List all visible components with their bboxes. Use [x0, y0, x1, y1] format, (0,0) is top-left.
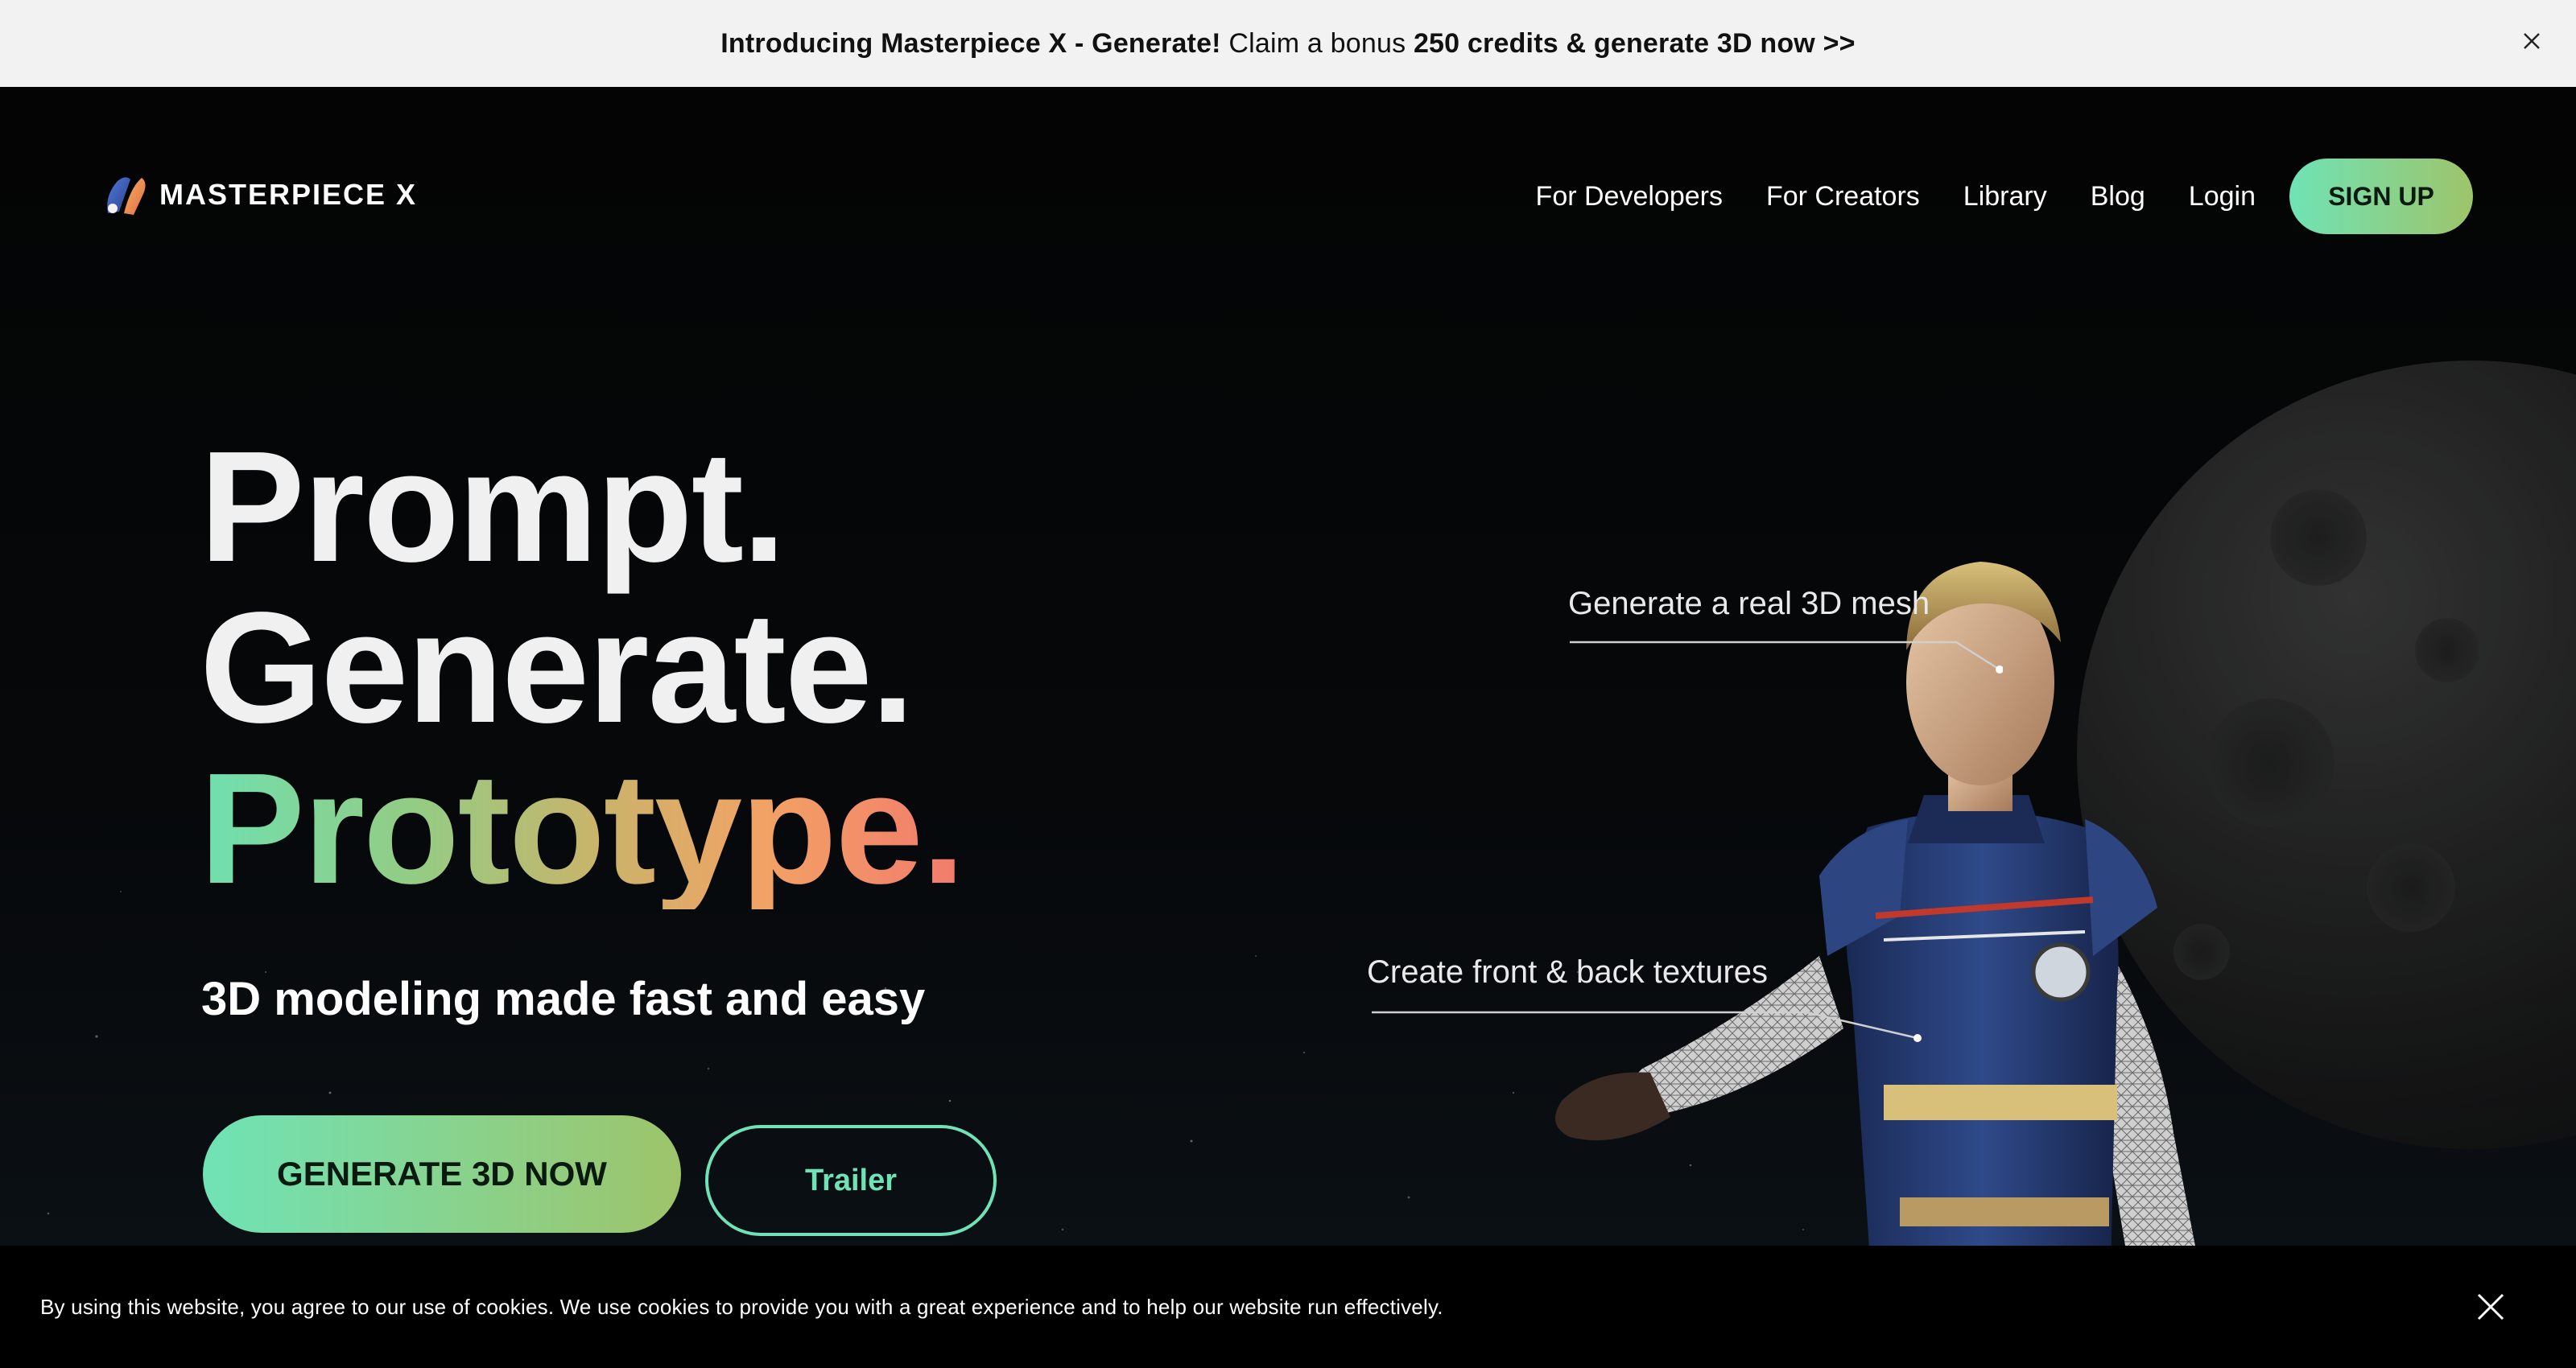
- callout-textures-label: Create front & back textures: [1367, 954, 1769, 990]
- announcement-text[interactable]: Introducing Masterpiece X - Generate! Cl…: [720, 28, 1855, 60]
- callout-textures-pointer: [1372, 1011, 1922, 1042]
- headline-line-generate: Generate.: [200, 579, 914, 756]
- nav-login[interactable]: Login: [2189, 181, 2256, 212]
- nav-for-developers[interactable]: For Developers: [1536, 181, 1723, 212]
- announcement-offer: 250 credits & generate 3D now >>: [1413, 27, 1856, 59]
- moon-crater: [2415, 618, 2479, 682]
- main-navigation: For Developers For Creators Library Blog…: [1492, 158, 2473, 235]
- sign-up-button[interactable]: SIGN UP: [2289, 159, 2473, 234]
- logo-wordmark: MASTERPIECE X: [159, 178, 418, 211]
- cookie-close-button[interactable]: [2468, 1284, 2513, 1329]
- hero-headline: Prompt. Generate. Prototype.: [200, 418, 965, 917]
- close-icon: [2477, 1293, 2504, 1321]
- close-icon: [2524, 33, 2540, 49]
- generate-3d-now-button[interactable]: GENERATE 3D NOW: [203, 1115, 681, 1233]
- hero-subtitle: 3D modeling made fast and easy: [201, 973, 926, 1025]
- cookie-consent-bar: By using this website, you agree to our …: [0, 1246, 2576, 1368]
- nav-library[interactable]: Library: [1963, 181, 2047, 212]
- headline-line-prompt: Prompt.: [200, 418, 786, 595]
- cookie-consent-text: By using this website, you agree to our …: [40, 1294, 1443, 1319]
- announcement-close-button[interactable]: [2512, 21, 2552, 61]
- callout-mesh-pointer: [1570, 641, 2003, 674]
- brand-logo[interactable]: MASTERPIECE X: [101, 169, 417, 220]
- nav-blog[interactable]: Blog: [2091, 181, 2145, 212]
- callout-mesh-label: Generate a real 3D mesh: [1568, 586, 1930, 621]
- announcement-bar[interactable]: Introducing Masterpiece X - Generate! Cl…: [0, 0, 2576, 87]
- masterpiece-logo-icon: [107, 177, 146, 215]
- announcement-middle: Claim a bonus: [1220, 27, 1414, 59]
- nav-for-creators[interactable]: For Creators: [1766, 181, 1920, 212]
- trailer-button[interactable]: Trailer: [705, 1125, 997, 1236]
- announcement-headline: Introducing Masterpiece X - Generate!: [720, 27, 1221, 59]
- headline-line-prototype: Prototype.: [200, 740, 965, 917]
